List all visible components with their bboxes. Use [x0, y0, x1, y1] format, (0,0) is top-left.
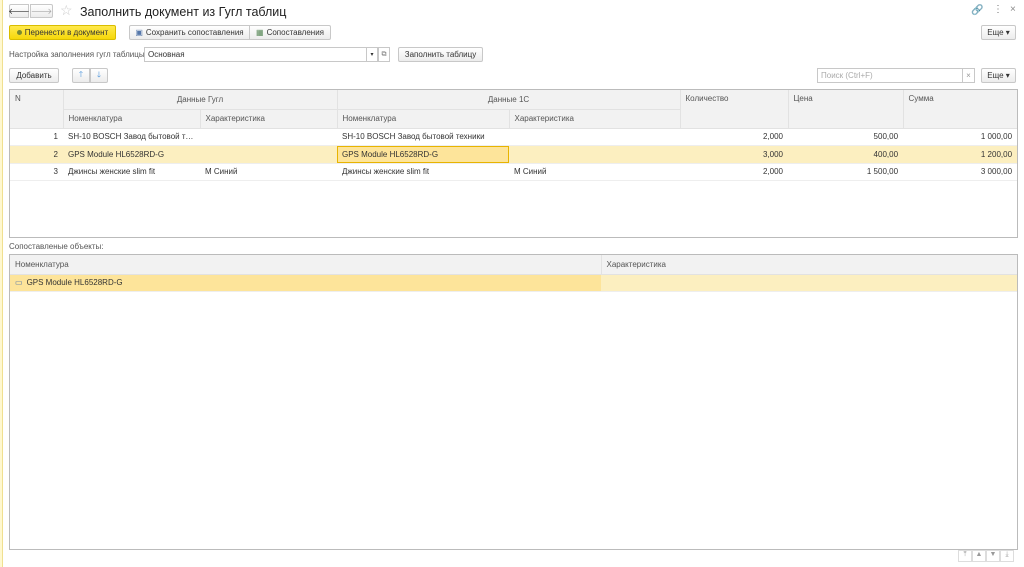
cell-nom[interactable]: ▭ GPS Module HL6528RD-G — [10, 274, 601, 292]
cell-1c-char[interactable]: М Синий — [509, 163, 681, 181]
cell-char[interactable] — [601, 274, 1017, 292]
table-icon: ▦ — [256, 28, 264, 37]
cell-sum[interactable]: 1 200,00 — [903, 145, 1018, 164]
table-row[interactable]: 1 SH-10 BOSCH Завод бытовой те... SH-10 … — [10, 128, 1018, 146]
cell-google-char[interactable] — [200, 128, 337, 146]
more-button[interactable]: Еще ▾ — [981, 25, 1016, 40]
cell-qty[interactable]: 3,000 — [680, 145, 789, 164]
cell-n: 3 — [10, 163, 63, 181]
settings-label: Настройка заполнения гугл таблицы: — [9, 50, 147, 59]
table-row[interactable]: 3 Джинсы женские slim fit М Синий Джинсы… — [10, 163, 1018, 181]
transfer-to-document-button[interactable]: Перенести в документ — [9, 25, 116, 40]
cell-qty[interactable]: 2,000 — [680, 128, 789, 146]
cell-google-char[interactable] — [200, 145, 337, 164]
header-1c: Данные 1С — [337, 90, 681, 110]
dropdown-icon[interactable]: ▾ — [366, 47, 378, 62]
cell-qty[interactable]: 2,000 — [680, 163, 789, 181]
header-n[interactable]: N — [10, 90, 64, 129]
clear-search-icon[interactable]: × — [962, 68, 975, 83]
cell-price[interactable]: 500,00 — [788, 128, 904, 146]
forward-button[interactable]: 🡒 — [30, 4, 53, 18]
cell-google-nom[interactable]: Джинсы женские slim fit — [63, 163, 200, 181]
header-google-char[interactable]: Характеристика — [200, 109, 338, 129]
header-nom[interactable]: Номенклатура — [10, 255, 602, 275]
cell-1c-char[interactable] — [509, 145, 681, 164]
cell-sum[interactable]: 3 000,00 — [903, 163, 1018, 181]
header-1c-char[interactable]: Характеристика — [509, 109, 681, 129]
mappings-button[interactable]: ▦ Сопоставления — [249, 25, 331, 40]
scroll-bottom-icon[interactable]: ⤓ — [1000, 550, 1014, 562]
close-icon[interactable]: × — [1010, 4, 1016, 15]
transfer-icon — [16, 30, 22, 35]
scroll-top-icon[interactable]: ⤒ — [958, 550, 972, 562]
settings-field[interactable]: Основная — [144, 47, 366, 62]
table-row-selected[interactable]: 2 GPS Module HL6528RD-G GPS Module HL652… — [10, 145, 1018, 164]
matched-objects-label: Сопоставленые объекты: — [9, 242, 104, 251]
cell-sum[interactable]: 1 000,00 — [903, 128, 1018, 146]
fill-table-button[interactable]: Заполнить таблицу — [398, 47, 483, 62]
link-icon[interactable]: 🔗 — [971, 5, 983, 16]
header-sum[interactable]: Сумма — [903, 90, 1018, 129]
search-input[interactable]: Поиск (Ctrl+F) — [817, 68, 964, 83]
list-navigation: ⤒ ▲ ▼ ⤓ — [958, 550, 1014, 562]
header-google-nom[interactable]: Номенклатура — [63, 109, 201, 129]
matched-table[interactable]: Номенклатура Характеристика ▭ GPS Module … — [9, 254, 1018, 550]
window-edge — [0, 0, 3, 567]
header-1c-nom[interactable]: Номенклатура — [337, 109, 510, 129]
cell-1c-nom[interactable]: Джинсы женские slim fit — [337, 163, 509, 181]
cell-1c-char[interactable] — [509, 128, 681, 146]
save-mapping-button[interactable]: ▣ Сохранить сопоставления — [129, 25, 250, 40]
cell-price[interactable]: 400,00 — [788, 145, 904, 164]
cell-n: 2 — [10, 145, 63, 164]
add-button[interactable]: Добавить — [9, 68, 59, 83]
open-icon[interactable]: ⧉ — [378, 47, 390, 62]
header-google: Данные Гугл — [63, 90, 338, 110]
table-row-selected[interactable]: ▭ GPS Module HL6528RD-G — [10, 274, 1017, 292]
header-qty[interactable]: Количество — [680, 90, 789, 129]
header-char[interactable]: Характеристика — [601, 255, 1017, 275]
more-vertical-icon[interactable]: ⋮ — [993, 4, 1003, 15]
item-icon: ▭ — [15, 278, 23, 288]
move-up-icon[interactable]: 🡑 — [72, 68, 90, 83]
page-title: Заполнить документ из Гугл таблиц — [80, 5, 287, 19]
scroll-down-icon[interactable]: ▼ — [986, 550, 1000, 562]
move-down-icon[interactable]: 🡓 — [90, 68, 108, 83]
back-button[interactable]: 🡐 — [8, 4, 30, 18]
header-price[interactable]: Цена — [788, 90, 904, 129]
cell-google-char[interactable]: М Синий — [200, 163, 337, 181]
cell-google-nom[interactable]: GPS Module HL6528RD-G — [63, 145, 200, 164]
main-table[interactable]: N Данные Гугл Данные 1С Количество Цена … — [9, 89, 1018, 238]
cell-price[interactable]: 1 500,00 — [788, 163, 904, 181]
cell-n: 1 — [10, 128, 63, 146]
cell-google-nom[interactable]: SH-10 BOSCH Завод бытовой те... — [63, 128, 200, 146]
cell-1c-nom-active[interactable]: GPS Module HL6528RD-G — [337, 145, 509, 164]
scroll-up-icon[interactable]: ▲ — [972, 550, 986, 562]
table-more-button[interactable]: Еще ▾ — [981, 68, 1016, 83]
save-icon: ▣ — [135, 28, 143, 37]
cell-1c-nom[interactable]: SH-10 BOSCH Завод бытовой техники — [337, 128, 509, 146]
favorite-star-icon[interactable]: ☆ — [60, 2, 73, 19]
